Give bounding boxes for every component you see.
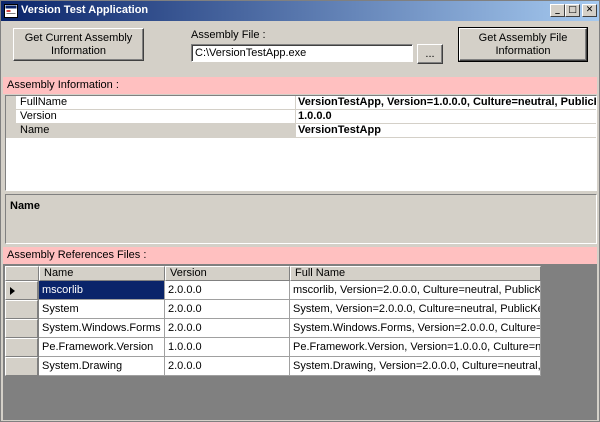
- get-assembly-file-info-button[interactable]: Get Assembly File Information: [458, 27, 588, 62]
- property-description-panel: Name: [5, 194, 597, 244]
- assembly-info-grid[interactable]: FullName VersionTestApp, Version=1.0.0.0…: [5, 95, 597, 191]
- cell-version[interactable]: 2.0.0.0: [165, 319, 290, 338]
- close-button[interactable]: ✕: [582, 4, 597, 17]
- assembly-info-header: Assembly Information :: [3, 77, 597, 94]
- property-name: Version: [16, 110, 296, 124]
- window-title: Version Test Application: [21, 4, 149, 16]
- references-grid[interactable]: Name Version Full Name mscorlib 2.0.0.0 …: [3, 264, 597, 420]
- property-name: Name: [16, 124, 296, 138]
- current-row-arrow-icon: [10, 287, 15, 295]
- cell-name[interactable]: Pe.Framework.Version: [39, 338, 165, 357]
- cell-full-name[interactable]: mscorlib, Version=2.0.0.0, Culture=neutr…: [290, 281, 541, 300]
- column-header-name[interactable]: Name: [39, 266, 165, 281]
- maximize-button[interactable]: □: [565, 4, 580, 17]
- row-header[interactable]: [5, 300, 38, 319]
- row-header[interactable]: [5, 357, 38, 376]
- row-margin: [6, 124, 16, 138]
- cell-name[interactable]: System.Drawing: [39, 357, 165, 376]
- main-window: Version Test Application _ □ ✕ Get Curre…: [0, 0, 600, 422]
- cell-full-name[interactable]: Pe.Framework.Version, Version=1.0.0.0, C…: [290, 338, 541, 357]
- column-header-full-name[interactable]: Full Name: [290, 266, 541, 281]
- cell-name[interactable]: System.Windows.Forms: [39, 319, 165, 338]
- property-row-fullname[interactable]: FullName VersionTestApp, Version=1.0.0.0…: [6, 96, 596, 110]
- cell-full-name[interactable]: System.Drawing, Version=2.0.0.0, Culture…: [290, 357, 541, 376]
- minimize-button[interactable]: _: [550, 4, 565, 17]
- assembly-file-label: Assembly File :: [191, 29, 266, 41]
- property-row-version[interactable]: Version 1.0.0.0: [6, 110, 596, 124]
- get-current-assembly-button[interactable]: Get Current Assembly Information: [13, 28, 144, 61]
- column-header-version[interactable]: Version: [165, 266, 290, 281]
- cell-name[interactable]: mscorlib: [39, 281, 165, 300]
- cell-version[interactable]: 2.0.0.0: [165, 300, 290, 319]
- cell-version[interactable]: 2.0.0.0: [165, 357, 290, 376]
- property-name: FullName: [16, 96, 296, 110]
- app-icon: [4, 4, 18, 18]
- row-margin: [6, 110, 16, 124]
- row-header[interactable]: [5, 319, 38, 338]
- row-header[interactable]: [5, 281, 38, 300]
- row-margin: [6, 96, 16, 110]
- assembly-file-input[interactable]: C:\VersionTestApp.exe: [191, 44, 413, 62]
- description-title: Name: [10, 200, 40, 212]
- cell-full-name[interactable]: System.Windows.Forms, Version=2.0.0.0, C…: [290, 319, 541, 338]
- property-value[interactable]: VersionTestApp: [296, 124, 596, 138]
- title-bar[interactable]: Version Test Application _ □ ✕: [1, 1, 599, 21]
- property-value[interactable]: VersionTestApp, Version=1.0.0.0, Culture…: [296, 96, 596, 110]
- cell-name[interactable]: System: [39, 300, 165, 319]
- property-row-name[interactable]: Name VersionTestApp: [6, 124, 596, 138]
- browse-button[interactable]: ...: [417, 44, 443, 64]
- property-value[interactable]: 1.0.0.0: [296, 110, 596, 124]
- cell-version[interactable]: 1.0.0.0: [165, 338, 290, 357]
- row-header[interactable]: [5, 338, 38, 357]
- references-header: Assembly References Files :: [3, 247, 597, 264]
- cell-version[interactable]: 2.0.0.0: [165, 281, 290, 300]
- corner-header[interactable]: [5, 266, 39, 281]
- cell-full-name[interactable]: System, Version=2.0.0.0, Culture=neutral…: [290, 300, 541, 319]
